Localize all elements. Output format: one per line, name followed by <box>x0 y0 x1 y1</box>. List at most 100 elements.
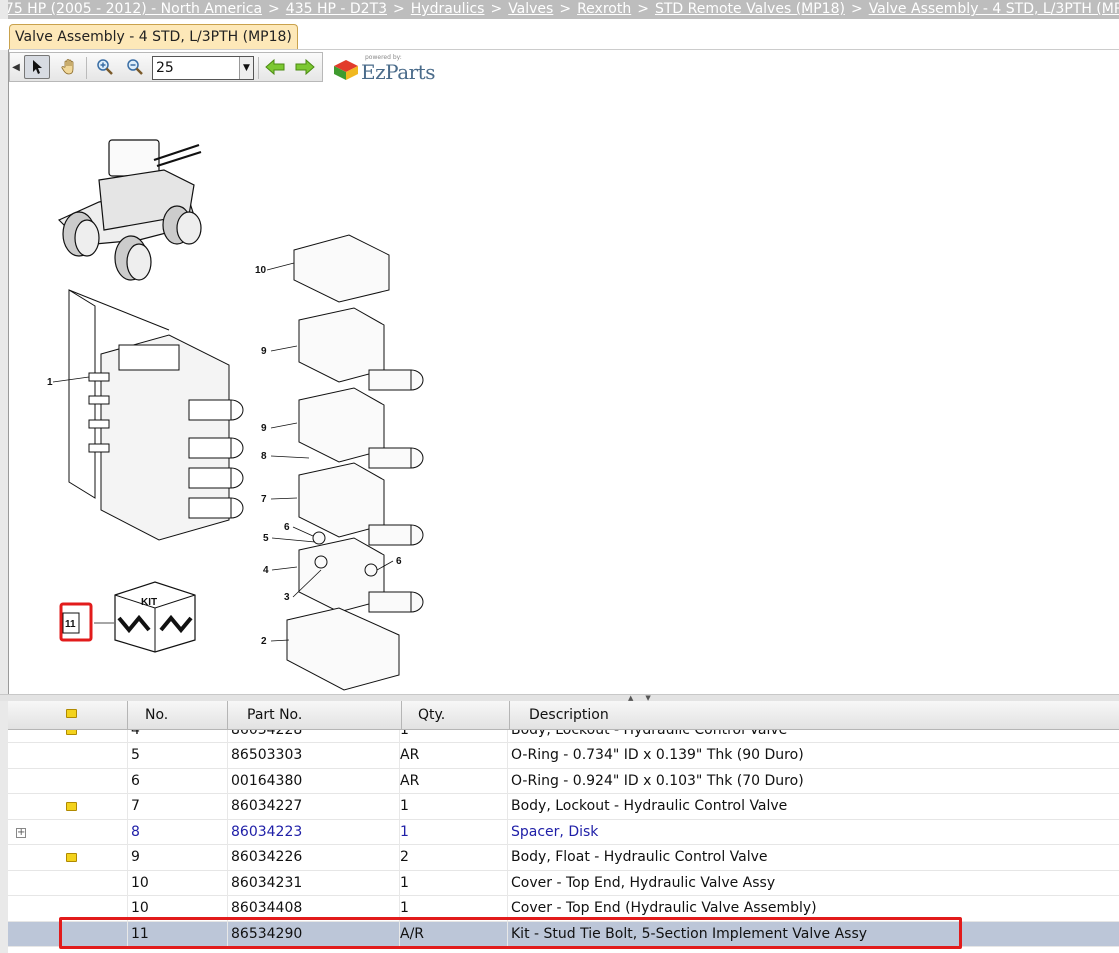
table-row[interactable]: +8 86034223 1 Spacer, Disk <box>8 819 1119 845</box>
row-qty: 1 <box>400 819 508 845</box>
table-header: No. Part No. Qty. Description <box>8 701 1119 730</box>
zoom-select[interactable]: 25 ▼ <box>152 56 254 80</box>
breadcrumb-separator: > <box>559 1 572 17</box>
ezparts-cube-icon <box>334 60 358 80</box>
row-no: 7 <box>128 794 228 819</box>
header-qty[interactable]: Qty. <box>402 701 510 730</box>
row-description: Cover - Top End, Hydraulic Valve Assy <box>511 874 776 891</box>
parts-table: No. Part No. Qty. Description 4860342281… <box>8 701 1119 953</box>
note-icon[interactable] <box>66 802 77 811</box>
row-no: 5 <box>128 743 228 768</box>
tab-valve-assembly[interactable]: Valve Assembly - 4 STD, L/3PTH (MP18) <box>9 24 298 50</box>
note-icon[interactable] <box>66 730 77 735</box>
toolbar-scroll-left-icon[interactable]: ◀ <box>11 55 21 79</box>
row-qty: 1 <box>400 794 508 819</box>
callout-9b: 9 <box>261 423 267 434</box>
row-part-no: 86034228 <box>228 730 400 743</box>
toolbar-separator <box>86 57 87 79</box>
callout-7: 7 <box>261 494 267 505</box>
row-description: Body, Lockout - Hydraulic Control Valve <box>511 798 788 814</box>
breadcrumb-link[interactable]: 575 HP (2005 - 2012) - North America <box>0 1 262 17</box>
row-icon-cell <box>8 870 128 896</box>
callout-3: 3 <box>284 592 290 603</box>
chevron-down-icon[interactable]: ▼ <box>239 57 253 79</box>
parts-diagram[interactable]: 1 2 3 4 5 6 6 7 8 9 9 10 11 KIT <box>39 130 439 710</box>
callout-11: 11 <box>65 619 76 630</box>
breadcrumb: 575 HP (2005 - 2012) - North America >435… <box>0 0 1119 19</box>
row-no: 4 <box>128 730 228 743</box>
row-no: 9 <box>128 845 228 870</box>
callout-10: 10 <box>255 265 267 276</box>
table-row[interactable]: 7 86034227 1 Body, Lockout - Hydraulic Cont… <box>8 794 1119 820</box>
breadcrumb-track: 575 HP (2005 - 2012) - North America >435… <box>0 0 1119 18</box>
breadcrumb-separator: > <box>393 1 405 17</box>
row-qty: 2 <box>400 845 508 870</box>
ezparts-page: 575 HP (2005 - 2012) - North America >435… <box>0 0 1119 953</box>
toolbar-separator <box>258 57 259 79</box>
diagram-viewer[interactable]: ◀ 25 ▼ powered by: EzParts 1 2 3 4 5 6 6… <box>8 49 1119 696</box>
header-description[interactable]: Description <box>510 701 1119 730</box>
header-no[interactable]: No. <box>128 701 228 730</box>
row-part-no: 86503303 <box>228 743 400 768</box>
row-no: 10 <box>128 870 228 896</box>
callout-2: 2 <box>261 636 267 647</box>
row-qty: AR <box>400 768 508 794</box>
row-description: Body, Float - Hydraulic Control Valve <box>511 849 768 865</box>
row-icon-cell <box>8 743 128 768</box>
row-part-no: 86034226 <box>228 845 400 870</box>
row-qty: 1 <box>400 730 508 743</box>
tractor-illustration <box>57 139 202 281</box>
left-edge-rail <box>0 0 8 953</box>
breadcrumb-link[interactable]: Valve Assembly - 4 STD, L/3PTH (MP18) <box>869 1 1119 17</box>
breadcrumb-link[interactable]: STD Remote Valves (MP18) <box>655 1 845 17</box>
breadcrumb-link[interactable]: 435 HP - D2T3 <box>286 1 387 17</box>
callout-6a: 6 <box>284 522 290 533</box>
callout-8: 8 <box>261 451 267 462</box>
callout-9a: 9 <box>261 346 267 357</box>
row-qty: 1 <box>400 870 508 896</box>
pane-splitter[interactable]: ▲▼ <box>0 694 1119 702</box>
row-description: Body, Lockout - Hydraulic Control Valve <box>508 730 1119 743</box>
header-part-no[interactable]: Part No. <box>228 701 402 730</box>
exploded-valve-stack <box>286 234 424 691</box>
breadcrumb-separator: > <box>637 1 649 17</box>
breadcrumb-separator: > <box>850 1 863 17</box>
table-row[interactable]: 9 86034226 2 Body, Float - Hydraulic Contro… <box>8 845 1119 871</box>
tab-strip: Valve Assembly - 4 STD, L/3PTH (MP18) <box>0 19 1119 50</box>
row-qty: AR <box>400 743 508 768</box>
row-description: Spacer, Disk <box>511 823 599 840</box>
viewer-toolbar: ◀ 25 ▼ <box>9 52 323 82</box>
row-icon-cell <box>8 845 128 870</box>
row-part-no: 00164380 <box>228 768 400 794</box>
breadcrumb-link[interactable]: Hydraulics <box>411 1 485 17</box>
table-row[interactable]: 6 00164380 AR O-Ring - 0.924" ID x 0.103" T… <box>8 768 1119 794</box>
expand-icon[interactable]: + <box>16 827 26 838</box>
row-part-no: 86034227 <box>228 794 400 819</box>
table-row[interactable]: 4860342281Body, Lockout - Hydraulic Cont… <box>8 730 1119 743</box>
table-row[interactable]: 10 86034231 1 Cover - Top End, Hydraulic Va… <box>8 870 1119 896</box>
breadcrumb-separator: > <box>490 1 503 17</box>
pan-hand-icon[interactable] <box>56 55 82 79</box>
zoom-value: 25 <box>156 60 174 76</box>
callout-5: 5 <box>263 533 269 544</box>
breadcrumb-link[interactable]: Valves <box>508 1 553 17</box>
callout-4: 4 <box>263 565 269 576</box>
breadcrumb-link[interactable]: Rexroth <box>577 1 631 17</box>
table-row[interactable]: 5 86503303 AR O-Ring - 0.734" ID x 0.139" T… <box>8 743 1119 769</box>
logo-name: EzParts <box>361 60 435 84</box>
callout-1: 1 <box>47 377 53 388</box>
header-icon-col[interactable] <box>8 701 128 730</box>
valve-assembly-illustration <box>68 289 244 541</box>
kit-label: KIT <box>141 597 157 608</box>
zoom-in-icon[interactable] <box>92 55 118 79</box>
row-icon-cell <box>8 768 128 794</box>
forward-arrow-icon[interactable] <box>292 55 318 79</box>
row-icon-cell <box>8 730 128 743</box>
back-arrow-icon[interactable] <box>262 55 288 79</box>
zoom-out-icon[interactable] <box>122 55 148 79</box>
select-arrow-icon[interactable] <box>24 55 50 79</box>
selected-row-highlight <box>59 917 962 949</box>
row-description: O-Ring - 0.734" ID x 0.139" Thk (90 Duro… <box>511 747 804 763</box>
row-no: 8 <box>128 819 228 845</box>
note-icon[interactable] <box>66 853 77 862</box>
